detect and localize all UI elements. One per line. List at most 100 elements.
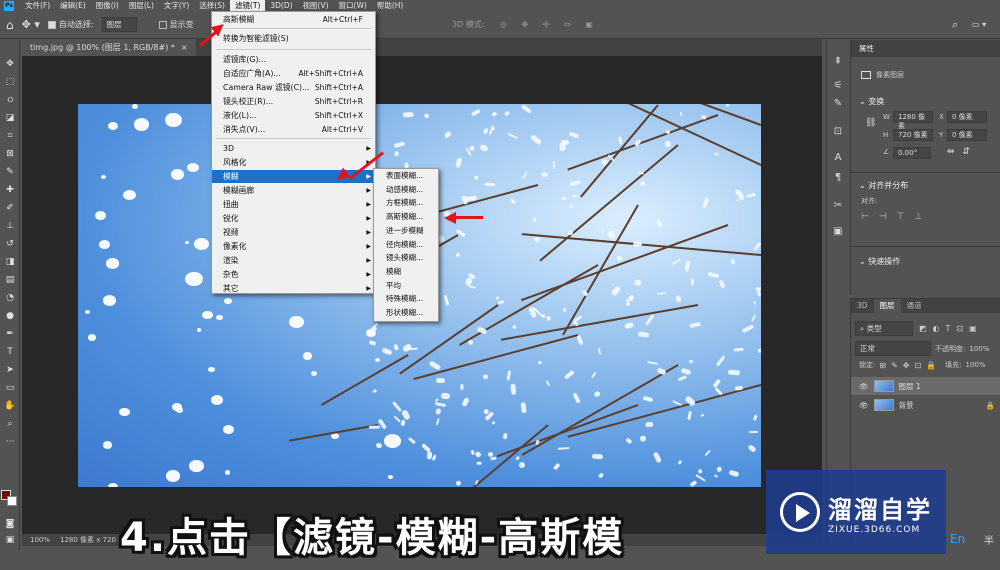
submenu-item-average[interactable]: 平均 bbox=[374, 279, 438, 293]
crop-tool-icon[interactable]: ⌗ bbox=[3, 130, 17, 142]
y-field[interactable]: 0 像素 bbox=[947, 129, 987, 141]
properties-tab[interactable]: 属性 bbox=[851, 40, 1000, 57]
width-field[interactable]: 1280 像素 bbox=[893, 111, 933, 130]
menu-select[interactable]: 选择(S) bbox=[194, 0, 230, 11]
home-icon[interactable]: ⌂ bbox=[6, 18, 14, 32]
submenu-item-shape-blur[interactable]: 形状模糊... bbox=[374, 306, 438, 320]
marquee-tool-icon[interactable]: ⬚ bbox=[3, 76, 17, 88]
tab-3d[interactable]: 3D bbox=[851, 299, 874, 313]
submenu-item-radial-blur[interactable]: 径向模糊... bbox=[374, 238, 438, 252]
menu-item-render[interactable]: 渲染 ▶ bbox=[212, 254, 375, 267]
blur-tool-icon[interactable]: ◔ bbox=[3, 292, 17, 304]
document-tab[interactable]: timg.jpg @ 100% (图层 1, RGB/8#) * × bbox=[22, 39, 196, 56]
tab-channels[interactable]: 通道 bbox=[901, 299, 928, 313]
pen-tool-icon[interactable]: ✒ bbox=[3, 328, 17, 340]
menu-view[interactable]: 视图(V) bbox=[298, 0, 334, 11]
menu-item-sharpen[interactable]: 锐化 ▶ bbox=[212, 212, 375, 225]
angle-field[interactable]: 0.00° bbox=[893, 147, 931, 159]
paragraph-icon[interactable]: ¶ bbox=[832, 172, 844, 184]
menu-item-distort[interactable]: 扭曲 ▶ bbox=[212, 198, 375, 211]
brush-settings-icon[interactable]: ✎ bbox=[832, 98, 844, 110]
menu-item-adaptive-wide-angle[interactable]: 自适应广角(A)... Alt+Shift+Ctrl+A bbox=[212, 67, 375, 80]
info-icon[interactable]: ⊡ bbox=[832, 126, 844, 138]
menu-item-convert-smart-filter[interactable]: 转换为智能滤镜(S) bbox=[212, 32, 375, 45]
search-icon[interactable]: ⌕ bbox=[952, 18, 958, 32]
fill-value[interactable]: 100% bbox=[966, 361, 986, 369]
close-icon[interactable]: × bbox=[181, 39, 188, 56]
background-color-swatch[interactable] bbox=[7, 496, 17, 506]
menu-item-lens-correction[interactable]: 镜头校正(R)... Shift+Ctrl+R bbox=[212, 95, 375, 108]
collapse-icon[interactable]: ⌄ bbox=[859, 257, 868, 266]
photoshop-logo-icon[interactable]: Ps bbox=[4, 0, 14, 11]
blend-mode-select[interactable]: 正常 bbox=[855, 341, 931, 356]
layer-kind-filter[interactable]: ⌕ 类型 bbox=[855, 321, 913, 336]
filter-type-icons[interactable]: ◩◐T⊡▣ bbox=[919, 324, 983, 333]
auto-select-checkbox[interactable] bbox=[47, 20, 56, 29]
layer-row-layer1[interactable]: 👁 图层 1 bbox=[851, 377, 1000, 395]
menu-item-filter-gallery[interactable]: 滤镜库(G)... bbox=[212, 53, 375, 66]
move-tool-icon[interactable]: ✥ bbox=[3, 58, 17, 70]
type-tool-icon[interactable]: T bbox=[3, 346, 17, 358]
dodge-tool-icon[interactable]: ● bbox=[3, 310, 17, 322]
menu-edit[interactable]: 编辑(E) bbox=[55, 0, 91, 11]
menu-item-camera-raw[interactable]: Camera Raw 滤镜(C)... Shift+Ctrl+A bbox=[212, 81, 375, 94]
opacity-value[interactable]: 100% bbox=[969, 345, 989, 353]
lock-icons[interactable]: ⊞✎✥⊡🔒 bbox=[879, 361, 941, 370]
menu-file[interactable]: 文件(F) bbox=[20, 0, 55, 11]
eraser-tool-icon[interactable]: ◨ bbox=[3, 256, 17, 268]
menu-item-liquify[interactable]: 液化(L)... Shift+Ctrl+X bbox=[212, 109, 375, 122]
menu-type[interactable]: 文字(Y) bbox=[159, 0, 194, 11]
libraries-icon[interactable]: ▣ bbox=[832, 226, 844, 238]
3d-tools-icon[interactable]: ◎ ✥ ✣ ⇔ ▣ bbox=[500, 20, 599, 29]
menu-item-video[interactable]: 视频 ▶ bbox=[212, 226, 375, 239]
submenu-item-smart-blur[interactable]: 特殊模糊... bbox=[374, 292, 438, 306]
submenu-item-lens-blur[interactable]: 镜头模糊... bbox=[374, 251, 438, 265]
history-icon[interactable]: ⇞ bbox=[832, 56, 844, 68]
menu-filter[interactable]: 滤镜(T) bbox=[229, 0, 266, 11]
eyedropper-tool-icon[interactable]: ✎ bbox=[3, 166, 17, 178]
menu-item-other[interactable]: 其它 ▶ bbox=[212, 282, 375, 295]
screen-mode-icon[interactable]: ▣ bbox=[3, 534, 17, 546]
workspace-icon[interactable]: ▭ ▾ bbox=[972, 20, 986, 29]
menu-item-stylize[interactable]: 风格化▶ bbox=[212, 156, 375, 169]
align-buttons-icon[interactable]: ⊢⊣⊤⊥ bbox=[861, 212, 932, 222]
submenu-item-box-blur[interactable]: 方框模糊... bbox=[374, 196, 438, 210]
hand-tool-icon[interactable]: ✋ bbox=[3, 400, 17, 412]
tab-layers[interactable]: 图层 bbox=[873, 299, 901, 313]
healing-brush-icon[interactable]: ✚ bbox=[3, 184, 17, 196]
quick-mask-icon[interactable]: ◙ bbox=[3, 518, 17, 530]
lasso-tool-icon[interactable]: ഠ bbox=[3, 94, 17, 106]
more-tools-icon[interactable]: ··· bbox=[3, 436, 17, 448]
menu-item-3d[interactable]: 3D ▶ bbox=[212, 142, 375, 155]
clone-stamp-icon[interactable]: ⊥ bbox=[3, 220, 17, 232]
submenu-item-surface-blur[interactable]: 表面模糊... bbox=[374, 169, 438, 183]
tools-icon[interactable]: ✂ bbox=[832, 200, 844, 212]
submenu-item-gaussian-blur[interactable]: 高斯模糊... bbox=[374, 210, 438, 224]
menu-item-gaussian-blur-last[interactable]: 高斯模糊 Alt+Ctrl+F bbox=[212, 13, 375, 26]
auto-select-dropdown[interactable]: 图层 bbox=[101, 17, 137, 32]
brush-tool-icon[interactable]: ✐ bbox=[3, 202, 17, 214]
x-field[interactable]: 0 像素 bbox=[947, 111, 987, 123]
character-icon[interactable]: A bbox=[832, 152, 844, 164]
path-select-icon[interactable]: ➤ bbox=[3, 364, 17, 376]
collapse-icon[interactable]: ⌄ bbox=[859, 181, 868, 190]
menu-image[interactable]: 图像(I) bbox=[91, 0, 124, 11]
gradient-tool-icon[interactable]: ▤ bbox=[3, 274, 17, 286]
menu-item-vanishing-point[interactable]: 消失点(V)... Alt+Ctrl+V bbox=[212, 123, 375, 136]
eye-icon[interactable]: 👁 bbox=[859, 401, 869, 410]
link-icon[interactable]: ⛓ bbox=[865, 118, 876, 128]
menu-item-blur-gallery[interactable]: 模糊画廊 ▶ bbox=[212, 184, 375, 197]
adjust-icon[interactable]: ⚟ bbox=[832, 80, 844, 92]
submenu-item-blur-more[interactable]: 进一步模糊 bbox=[374, 224, 438, 238]
menu-window[interactable]: 窗口(W) bbox=[334, 0, 372, 11]
history-brush-icon[interactable]: ↺ bbox=[3, 238, 17, 250]
show-transform-checkbox[interactable] bbox=[158, 20, 167, 29]
zoom-tool-icon[interactable]: ⌕ bbox=[3, 418, 17, 430]
menu-item-noise[interactable]: 杂色 ▶ bbox=[212, 268, 375, 281]
menu-item-pixelate[interactable]: 像素化 ▶ bbox=[212, 240, 375, 253]
menu-layer[interactable]: 图层(L) bbox=[124, 0, 159, 11]
move-tool-icon[interactable]: ✥ ▾ bbox=[22, 18, 40, 31]
height-field[interactable]: 720 像素 bbox=[893, 129, 933, 141]
eye-icon[interactable]: 👁 bbox=[859, 382, 869, 391]
submenu-item-blur[interactable]: 模糊 bbox=[374, 265, 438, 279]
